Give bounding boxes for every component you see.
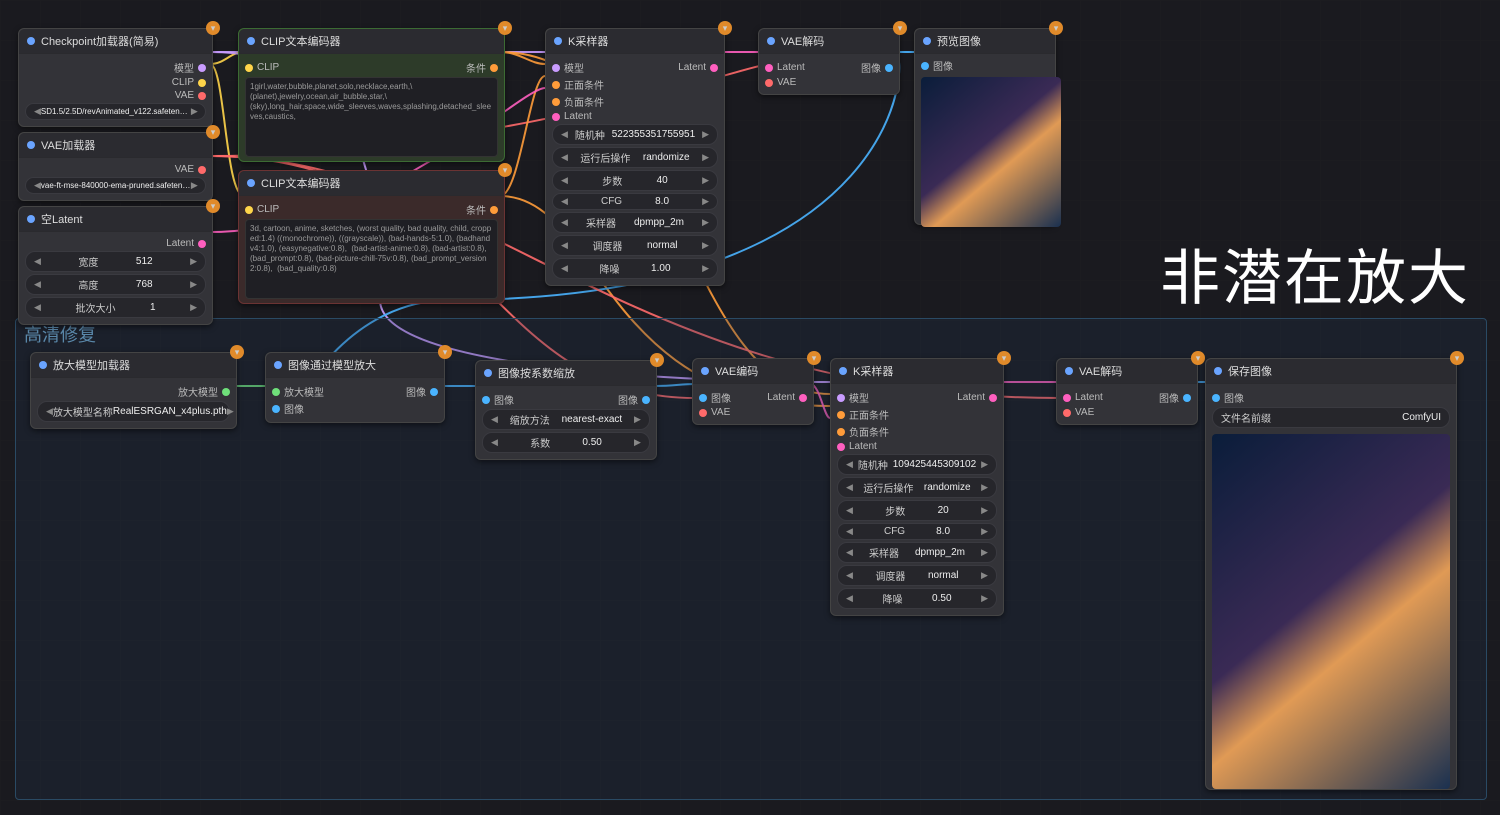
scheduler-input[interactable]: ◀调度器normal▶ [837,565,997,586]
badge-icon: ▾ [997,351,1011,365]
positive-prompt[interactable]: 1girl,water,bubble,planet,solo,necklace,… [245,77,498,157]
node-upscale-loader[interactable]: ▾ 放大模型加载器 放大模型 ◀放大模型名称RealESRGAN_x4plus.… [30,352,237,429]
sampler-input[interactable]: ◀采样器dpmpp_2m▶ [552,212,718,233]
vae-select[interactable]: ◀vae-ft-mse-840000-ema-pruned.safetensor… [25,177,206,194]
node-title: VAE编码 [715,363,758,379]
preview-image [921,77,1061,227]
height-input[interactable]: ◀高度768▶ [25,274,206,295]
negative-prompt[interactable]: 3d, cartoon, anime, sketches, (worst qua… [245,219,498,299]
cfg-input[interactable]: ◀CFG8.0▶ [837,523,997,540]
node-ksampler-1[interactable]: ▾ K采样器 模型Latent 正面条件 负面条件 Latent ◀随机种522… [545,28,725,286]
node-title: 图像按系数缩放 [498,365,575,381]
badge-icon: ▾ [498,163,512,177]
node-title: 保存图像 [1228,363,1272,379]
control-input[interactable]: ◀运行后操作randomize▶ [552,147,718,168]
badge-icon: ▾ [206,125,220,139]
node-title: K采样器 [853,363,893,379]
filename-prefix[interactable]: 文件名前缀ComfyUI [1212,407,1450,428]
checkpoint-select[interactable]: ◀SD1.5/2.5D/revAnimated_v122.safetensors… [25,103,206,120]
badge-icon: ▾ [1191,351,1205,365]
badge-icon: ▾ [206,199,220,213]
denoise-input[interactable]: ◀降噪0.50▶ [837,588,997,609]
node-clip-negative[interactable]: ▾ CLIP文本编码器 CLIP条件 3d, cartoon, anime, s… [238,170,505,304]
overlay-text: 非潜在放大 [1160,230,1470,317]
canvas[interactable]: 高清修复 非潜在放大 ▾ Checkpoint加载器(简易) 模型 CLIP V… [0,0,1500,815]
node-title: 放大模型加载器 [53,357,130,373]
scale-factor[interactable]: ◀系数0.50▶ [482,432,650,453]
save-image-preview [1212,434,1450,789]
node-title: VAE加载器 [41,137,95,153]
badge-icon: ▾ [807,351,821,365]
cfg-input[interactable]: ◀CFG8.0▶ [552,193,718,210]
node-preview-1[interactable]: ▾ 预览图像 图像 [914,28,1056,225]
badge-icon: ▾ [718,21,732,35]
node-title: K采样器 [568,33,608,49]
badge-icon: ▾ [498,21,512,35]
badge-icon: ▾ [1049,21,1063,35]
badge-icon: ▾ [893,21,907,35]
control-input[interactable]: ◀运行后操作randomize▶ [837,477,997,498]
node-title: VAE解码 [1079,363,1122,379]
node-vae-decode-2[interactable]: ▾ VAE解码 Latent图像 VAE [1056,358,1198,425]
node-title: 预览图像 [937,33,981,49]
badge-icon: ▾ [438,345,452,359]
node-image-scale[interactable]: ▾ 图像按系数缩放 图像图像 ◀缩放方法nearest-exact▶ ◀系数0.… [475,360,657,460]
node-save-image[interactable]: ▾ 保存图像 图像 文件名前缀ComfyUI [1205,358,1457,790]
badge-icon: ▾ [650,353,664,367]
node-clip-positive[interactable]: ▾ CLIP文本编码器 CLIP条件 1girl,water,bubble,pl… [238,28,505,162]
sampler-input[interactable]: ◀采样器dpmpp_2m▶ [837,542,997,563]
node-title: VAE解码 [781,33,824,49]
upscale-model-select[interactable]: ◀放大模型名称RealESRGAN_x4plus.pth▶ [37,401,230,422]
scale-method[interactable]: ◀缩放方法nearest-exact▶ [482,409,650,430]
denoise-input[interactable]: ◀降噪1.00▶ [552,258,718,279]
node-checkpoint-loader[interactable]: ▾ Checkpoint加载器(简易) 模型 CLIP VAE ◀SD1.5/2… [18,28,213,127]
node-empty-latent[interactable]: ▾ 空Latent Latent ◀宽度512▶ ◀高度768▶ ◀批次大小1▶ [18,206,213,325]
node-title: CLIP文本编码器 [261,175,340,191]
steps-input[interactable]: ◀步数20▶ [837,500,997,521]
node-vae-decode-1[interactable]: ▾ VAE解码 Latent图像 VAE [758,28,900,95]
seed-input[interactable]: ◀随机种522355351755951▶ [552,124,718,145]
width-input[interactable]: ◀宽度512▶ [25,251,206,272]
batch-input[interactable]: ◀批次大小1▶ [25,297,206,318]
badge-icon: ▾ [230,345,244,359]
node-title: 图像通过模型放大 [288,357,376,373]
scheduler-input[interactable]: ◀调度器normal▶ [552,235,718,256]
node-ksampler-2[interactable]: ▾ K采样器 模型Latent 正面条件 负面条件 Latent ◀随机种109… [830,358,1004,616]
badge-icon: ▾ [206,21,220,35]
steps-input[interactable]: ◀步数40▶ [552,170,718,191]
node-title: 空Latent [41,211,83,227]
badge-icon: ▾ [1450,351,1464,365]
node-title: CLIP文本编码器 [261,33,340,49]
node-vae-loader[interactable]: ▾ VAE加载器 VAE ◀vae-ft-mse-840000-ema-prun… [18,132,213,201]
seed-input[interactable]: ◀随机种109425445309102▶ [837,454,997,475]
node-title: Checkpoint加载器(简易) [41,33,158,49]
node-upscale-by-model[interactable]: ▾ 图像通过模型放大 放大模型图像 图像 [265,352,445,423]
node-vae-encode[interactable]: ▾ VAE编码 图像Latent VAE [692,358,814,425]
